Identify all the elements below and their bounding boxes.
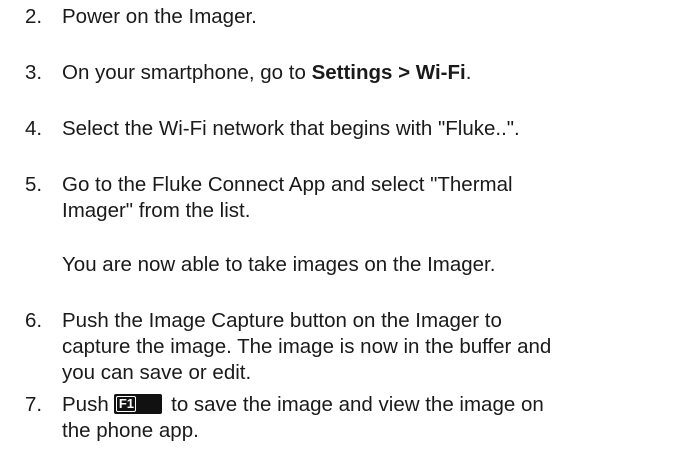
- step-number: 4.: [25, 117, 43, 140]
- step-text-line: Go to the Fluke Connect App and select "…: [62, 173, 513, 196]
- step-number: 7.: [25, 393, 43, 416]
- step-text-line: you can save or edit.: [62, 361, 252, 384]
- instruction-list: 2. Power on the Imager. 3. On your smart…: [0, 0, 700, 450]
- step-number: 2.: [25, 5, 43, 28]
- f1-key-icon: F1: [114, 394, 163, 414]
- step-text: Power on the Imager.: [62, 5, 257, 28]
- step-text-prefix: Push: [62, 393, 115, 416]
- step-number: 6.: [25, 309, 43, 332]
- step-text-prefix: On your smartphone, go to: [62, 61, 312, 84]
- step-text: Select the Wi-Fi network that begins wit…: [62, 117, 520, 140]
- step-text-suffix: .: [465, 61, 472, 84]
- step-text-line: capture the image. The image is now in t…: [62, 335, 552, 358]
- step-text-suffix: to save the image and view the image on: [165, 393, 544, 416]
- step-number: 3.: [25, 61, 43, 84]
- step-text: Push the Image Capture button on the Ima…: [62, 308, 700, 386]
- step-text: Go to the Fluke Connect App and select "…: [62, 172, 700, 224]
- step-text-line: Push the Image Capture button on the Ima…: [62, 309, 502, 332]
- step-text-line: Imager" from the list.: [62, 199, 251, 222]
- f1-key-label: F1: [116, 396, 137, 412]
- step-text: Push F1 to save the image and view the i…: [62, 392, 700, 444]
- step-note: You are now able to take images on the I…: [62, 253, 496, 276]
- step-text: On your smartphone, go to Settings > Wi-…: [62, 60, 700, 86]
- settings-path: Settings > Wi-Fi: [311, 61, 466, 84]
- step-number: 5.: [25, 173, 43, 196]
- step-text-line: the phone app.: [62, 419, 199, 442]
